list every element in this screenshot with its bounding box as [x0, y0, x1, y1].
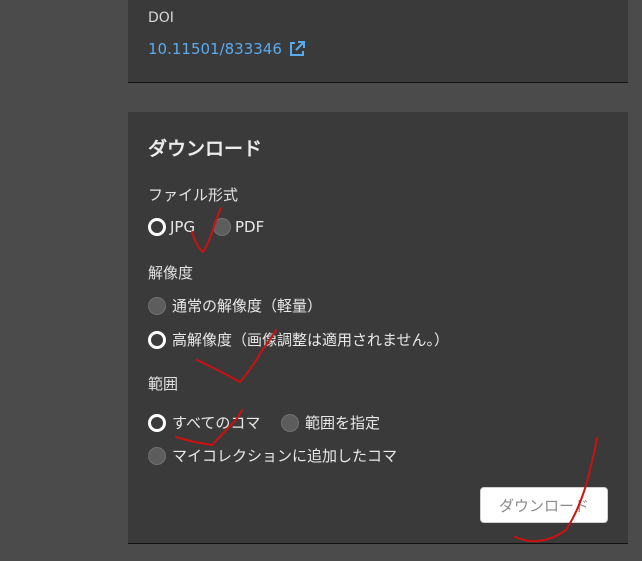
- file-format-label: ファイル形式: [148, 186, 239, 204]
- download-title: ダウンロード: [148, 138, 263, 160]
- external-link-icon: [289, 41, 305, 56]
- range-specify-radio[interactable]: 範囲を指定: [281, 412, 380, 433]
- resolution-normal-radio[interactable]: 通常の解像度（軽量）: [148, 295, 322, 316]
- range-label: 範囲: [148, 375, 179, 393]
- radio-unchecked-icon: [148, 446, 166, 465]
- radio-checked-icon: [148, 330, 166, 349]
- format-pdf-label: PDF: [235, 218, 265, 236]
- resolution-high-label: 高解像度（画像調整は適用されません。）: [172, 331, 450, 349]
- doi-label: DOI: [148, 10, 174, 26]
- format-pdf-radio[interactable]: PDF: [213, 218, 264, 236]
- doi-value: 10.11501/833346: [148, 40, 282, 58]
- resolution-label: 解像度: [148, 264, 194, 282]
- doi-link[interactable]: 10.11501/833346: [148, 40, 306, 58]
- range-all-label: すべてのコマ: [172, 414, 261, 432]
- range-collection-radio[interactable]: マイコレクションに追加したコマ: [148, 445, 397, 466]
- range-specify-label: 範囲を指定: [305, 414, 381, 432]
- resolution-high-radio[interactable]: 高解像度（画像調整は適用されません。）: [148, 329, 449, 350]
- range-all-radio[interactable]: すべてのコマ: [148, 412, 260, 433]
- resolution-normal-label: 通常の解像度（軽量）: [172, 297, 323, 315]
- radio-unchecked-icon: [148, 296, 166, 315]
- download-panel: ダウンロード ファイル形式 JPG PDF 解像度 通常の解像度（軽量） 高解像…: [128, 112, 628, 544]
- radio-checked-icon: [148, 218, 166, 236]
- format-jpg-radio[interactable]: JPG: [148, 218, 195, 236]
- format-jpg-label: JPG: [170, 218, 196, 236]
- doi-panel: DOI 10.11501/833346: [128, 0, 628, 83]
- radio-unchecked-icon: [213, 218, 231, 236]
- radio-unchecked-icon: [281, 413, 299, 432]
- radio-checked-icon: [148, 413, 166, 432]
- range-collection-label: マイコレクションに追加したコマ: [172, 447, 398, 465]
- download-button[interactable]: ダウンロード: [480, 487, 608, 523]
